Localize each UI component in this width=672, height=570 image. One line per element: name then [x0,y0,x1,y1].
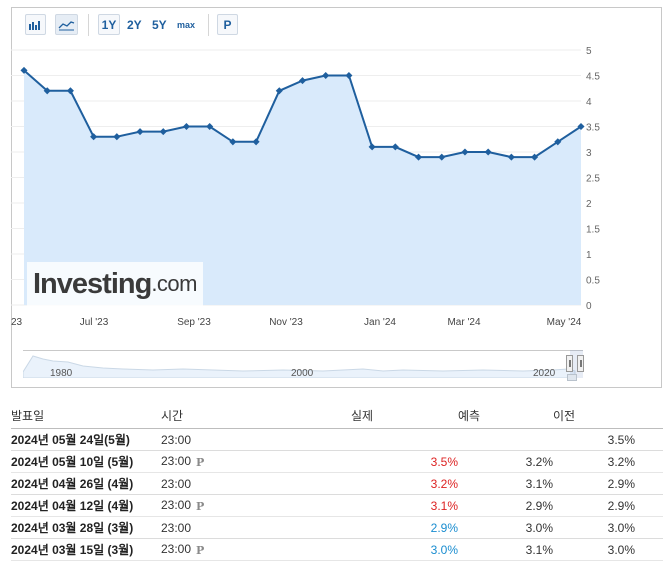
table-row: 2024년 04월 12일 (4월) 23:00 P 3.1% 2.9% 2.9% [11,494,663,517]
previous-cell: 3.0% [553,538,663,561]
range-2y-button[interactable]: 2Y [127,14,142,35]
range-1y-label: 1Y [101,17,117,32]
area-chart-icon [58,20,75,30]
y-tick-label: 5 [586,46,592,57]
range-5y-button[interactable]: 5Y [152,14,167,35]
time-cell: 23:00 [161,428,351,451]
y-tick-label: 0 [586,301,592,312]
forecast-cell: 2.9% [458,494,553,517]
y-tick-label: 3.5 [586,123,600,134]
previous-cell: 3.5% [553,428,663,451]
actual-cell: 3.0% [351,538,458,561]
previous-cell: 3.0% [553,516,663,539]
navigator-year-label: 1980 [50,368,73,379]
investing-logo: Investing .com [27,262,203,306]
previous-cell: 2.9% [553,494,663,517]
logo-domain: .com [151,271,197,296]
col-header-forecast[interactable]: 예측 [458,402,553,429]
bar-chart-icon [29,21,40,30]
y-tick-label: 4 [586,97,592,108]
previous-cell: 3.2% [553,450,663,473]
x-tick-label: Mar '24 [447,317,480,328]
col-header-release-date[interactable]: 발표일 [11,402,161,429]
table-body: 2024년 05월 24일(5월) 23:00 3.5% 2024년 05월 10일 … [11,428,663,561]
time-cell: 23:00 P [161,538,351,561]
navigator-scrollbar[interactable] [567,374,577,381]
navigator-left-handle[interactable] [566,355,573,372]
toolbar-divider [88,14,89,36]
table-row: 2024년 04월 26일 (4월) 23:00 3.2% 3.1% 2.9% [11,472,663,495]
navigator-right-handle[interactable] [577,355,584,372]
time-cell: 23:00 [161,472,351,495]
forecast-cell: 3.1% [458,538,553,561]
x-tick-label: Jul '23 [80,317,109,328]
y-tick-label: 0.5 [586,276,600,287]
release-date-cell: 2024년 03월 28일 (3월) [11,516,161,539]
actual-cell: 3.5% [351,450,458,473]
release-date-cell: 2024년 05월 10일 (5월) [11,450,161,473]
y-tick-label: 1 [586,250,592,261]
col-header-previous[interactable]: 이전 [553,402,663,429]
y-tick-label: 2.5 [586,174,600,185]
table-row: 2024년 03월 15일 (3월) 23:00 P 3.0% 3.1% 3.0% [11,538,663,561]
table-row: 2024년 05월 24일(5월) 23:00 3.5% [11,428,663,451]
previous-cell: 2.9% [553,472,663,495]
y-tick-label: 2 [586,199,592,210]
x-tick-label: Jan '24 [364,317,396,328]
time-cell: 23:00 P [161,494,351,517]
x-tick-label: 23 [11,317,23,328]
navigator-year-label: 2020 [533,368,556,379]
actual-cell: 3.1% [351,494,458,517]
table-row: 2024년 05월 10일 (5월) 23:00 P 3.5% 3.2% 3.2% [11,450,663,473]
y-tick-label: 4.5 [586,72,600,83]
area-chart-button[interactable] [55,14,78,35]
col-header-time[interactable]: 시간 [161,402,351,429]
x-axis: 23 Jul '23 Sep '23 Nov '23 Jan '24 Mar '24 May… [11,317,582,328]
range-1y-button[interactable]: 1Y [98,14,120,35]
logo-wordmark: Investing [33,267,152,300]
actual-cell: 2.9% [351,516,458,539]
history-table: 발표일 시간 실제 예측 이전 2024년 05월 24일(5월) 23:00 3.… [11,402,663,561]
table-row: 2024년 03월 28일 (3월) 23:00 2.9% 3.0% 3.0% [11,516,663,539]
table-header-row: 발표일 시간 실제 예측 이전 [11,402,663,429]
p-toggle-label: P [223,17,232,32]
release-date-cell: 2024년 04월 12일 (4월) [11,494,161,517]
preliminary-icon[interactable]: P [196,456,204,469]
time-cell: 23:00 P [161,450,351,473]
forecast-cell: 3.0% [458,516,553,539]
forecast-cell [458,428,553,451]
range-max-button[interactable]: max [177,14,195,35]
preliminary-icon[interactable]: P [196,500,204,513]
y-tick-label: 1.5 [586,225,600,236]
x-tick-label: Sep '23 [177,317,211,328]
x-tick-label: May '24 [547,317,582,328]
release-date-cell: 2024년 05월 24일(5월) [11,428,161,451]
actual-cell: 3.2% [351,472,458,495]
y-axis: 5 4.5 4 3.5 3 2.5 2 1.5 1 0.5 0 [586,46,600,312]
p-toggle-button[interactable]: P [217,14,238,35]
y-tick-label: 3 [586,148,592,159]
x-tick-label: Nov '23 [269,317,303,328]
time-cell: 23:00 [161,516,351,539]
bar-chart-button[interactable] [25,14,46,35]
forecast-cell: 3.1% [458,472,553,495]
preliminary-icon[interactable]: P [196,544,204,557]
col-header-actual[interactable]: 실제 [351,402,458,429]
actual-cell [351,428,458,451]
toolbar-divider [208,14,209,36]
forecast-cell: 3.2% [458,450,553,473]
release-date-cell: 2024년 04월 26일 (4월) [11,472,161,495]
navigator-year-label: 2000 [291,368,314,379]
release-date-cell: 2024년 03월 15일 (3월) [11,538,161,561]
